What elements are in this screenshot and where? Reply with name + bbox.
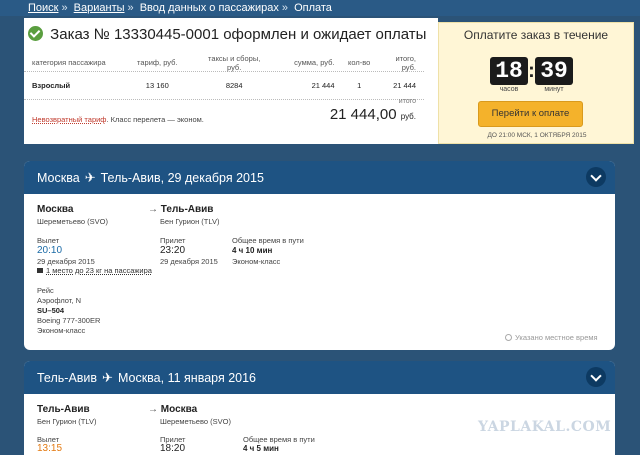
baggage-link[interactable]: 1 место до 23 кг на пассажира xyxy=(46,266,152,275)
breadcrumb-separator: » xyxy=(127,2,134,14)
flight-header[interactable]: Москва ✈ Тель-Авив, 29 декабря 2015 xyxy=(24,161,615,194)
arrive-time: 23:20 xyxy=(160,245,186,256)
countdown: 18 : 39 xyxy=(490,57,573,85)
check-icon xyxy=(28,26,43,41)
to-city-wrap: → Москва xyxy=(148,404,197,415)
arrive-label: Прилет xyxy=(160,236,186,245)
arrow-icon: → xyxy=(148,204,161,215)
passenger-category: Взрослый xyxy=(32,81,71,90)
depart-time: 13:15 xyxy=(37,443,63,454)
hours-digits: 18 xyxy=(490,57,528,85)
flight-card-return: Тель-Авив ✈ Москва, 11 января 2016 Тель-Ав… xyxy=(24,361,615,455)
flight-label: Рейс xyxy=(37,286,54,295)
col-header: таксы и сборы, руб. xyxy=(208,53,261,72)
from-city: Москва xyxy=(37,204,74,215)
breadcrumb: Поиск» Варианты» Ввод данных о пассажира… xyxy=(0,0,640,16)
col-header: тариф, руб. xyxy=(137,58,178,67)
from-airport: Бен Гурион (TLV) xyxy=(37,417,97,426)
breadcrumb-search[interactable]: Поиск xyxy=(28,2,58,14)
to-airport: Бен Гурион (TLV) xyxy=(160,217,220,226)
minutes-digits: 39 xyxy=(535,57,573,85)
class-note: . Класс перелета — эконом. xyxy=(106,115,204,124)
fare-conditions: Невозвратный тариф. Класс перелета — эко… xyxy=(32,115,204,124)
arrive-time: 18:20 xyxy=(160,443,186,454)
cabin-class: Эконом-класс xyxy=(232,257,281,266)
total-amount: 21 444,00 xyxy=(329,106,397,123)
depart-time: 20:10 xyxy=(37,245,63,256)
header-to: Тель-Авив, 29 декабря 2015 xyxy=(100,171,264,185)
local-time-note: Указано местное время xyxy=(505,333,598,342)
to-city: Москва xyxy=(160,404,198,415)
flight-card-outbound: Москва ✈ Тель-Авив, 29 декабря 2015 Москва… xyxy=(24,161,615,350)
hours-label: часов xyxy=(499,86,519,93)
header-to: Москва, 11 января 2016 xyxy=(117,371,257,385)
to-city-wrap: → Тель-Авив xyxy=(148,204,213,215)
duration-label: Общее время в пути xyxy=(232,236,304,245)
arrive-date: 29 декабря 2015 xyxy=(160,257,218,266)
quantity-value: 1 xyxy=(357,81,362,90)
col-header: кол-во xyxy=(347,58,371,67)
colon: : xyxy=(528,60,535,82)
from-airport: Шереметьево (SVO) xyxy=(37,217,108,226)
chevron-down-icon[interactable] xyxy=(586,367,606,387)
col-header: категория пассажира xyxy=(32,58,106,67)
flight-cabin: Эконом-класс xyxy=(37,326,86,335)
depart-label: Вылет xyxy=(37,236,60,245)
clock-icon xyxy=(505,334,512,341)
aircraft: Boeing 777-300ER xyxy=(37,316,101,325)
breadcrumb-passengers: Ввод данных о пассажирах xyxy=(139,2,279,14)
duration-label: Общее время в пути xyxy=(243,435,315,444)
baggage-info: 1 место до 23 кг на пассажира xyxy=(37,266,152,275)
arrow-icon: → xyxy=(148,404,161,415)
sum-value: 21 444 xyxy=(311,81,335,90)
total-amount-wrap: 21 444,00 руб. xyxy=(330,106,416,123)
to-city: Тель-Авив xyxy=(160,204,214,215)
depart-date: 29 декабря 2015 xyxy=(37,257,95,266)
breadcrumb-separator: » xyxy=(281,2,289,14)
countdown-units: часов минут xyxy=(490,86,573,93)
pay-button[interactable]: Перейти к оплате xyxy=(478,101,583,127)
duration: 4 ч 10 мин xyxy=(232,246,273,255)
flight-number: SU–504 xyxy=(37,306,65,315)
watermark: YAPLAKAL.COM xyxy=(478,419,612,435)
airline: Аэрофлот, N xyxy=(37,296,81,305)
local-time-text: Указано местное время xyxy=(515,333,598,342)
row-total-value: 21 444 xyxy=(393,81,417,90)
to-airport: Шереметьево (SVO) xyxy=(160,417,231,426)
nonrefundable-link[interactable]: Невозвратный тариф xyxy=(32,115,106,124)
fare-value: 13 160 xyxy=(145,81,169,90)
duration: 4 ч 5 мин xyxy=(243,444,279,453)
fare-table: категория пассажира тариф, руб. таксы и … xyxy=(24,54,424,100)
timer-title: Оплатите заказ в течение xyxy=(463,28,609,42)
order-title-wrap: Заказ № 13330445-0001 оформлен и ожидает… xyxy=(28,26,426,43)
col-header: сумма, руб. xyxy=(294,58,335,67)
minutes-label: минут xyxy=(544,86,564,93)
payment-timer: Оплатите заказ в течение 18 : 39 часов м… xyxy=(438,22,634,144)
order-title: Заказ № 13330445-0001 оформлен и ожидает… xyxy=(50,26,427,43)
breadcrumb-current: Оплата xyxy=(294,2,332,14)
breadcrumb-variants[interactable]: Варианты xyxy=(74,2,125,14)
fare-table-header: категория пассажира тариф, руб. таксы и … xyxy=(24,54,424,72)
order-summary: Заказ № 13330445-0001 оформлен и ожидает… xyxy=(24,18,438,144)
total-label: итого xyxy=(398,98,416,105)
plane-icon: ✈ xyxy=(102,370,113,385)
payment-deadline: ДО 21:00 МСК, 1 ОКТЯБРЯ 2015 xyxy=(487,132,587,139)
total-currency: руб. xyxy=(400,112,416,121)
col-header: итого, руб. xyxy=(395,53,417,72)
breadcrumb-separator: » xyxy=(61,2,68,14)
chevron-down-icon[interactable] xyxy=(586,167,606,187)
header-from: Москва xyxy=(37,171,80,185)
luggage-icon xyxy=(37,268,43,273)
header-from: Тель-Авив xyxy=(37,371,98,385)
from-city: Тель-Авив xyxy=(37,404,90,415)
flight-header[interactable]: Тель-Авив ✈ Москва, 11 января 2016 xyxy=(24,361,615,394)
taxes-value: 8284 xyxy=(225,81,243,90)
plane-icon: ✈ xyxy=(84,170,96,185)
table-row: Взрослый 13 160 8284 21 444 1 21 444 xyxy=(24,72,424,100)
